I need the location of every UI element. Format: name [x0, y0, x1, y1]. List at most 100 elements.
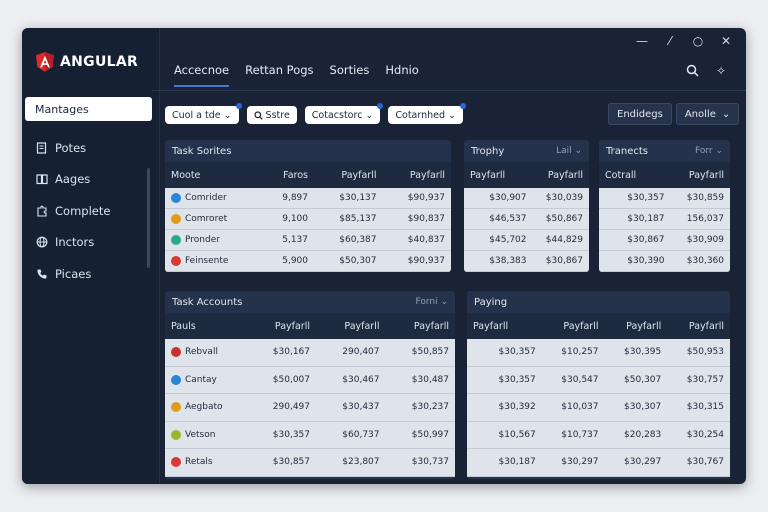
- tab-sorties[interactable]: Sorties: [330, 63, 370, 87]
- app-window: ANGULAR Mantages Potes Aages Complete In…: [22, 28, 746, 484]
- panel-task-accounts: Task Accounts Forni ⌄ Pauls Payfarll Payfar…: [165, 291, 455, 479]
- panel-filter[interactable]: Forr ⌄: [695, 146, 723, 156]
- column-header[interactable]: Payfarll: [377, 170, 445, 181]
- column-header[interactable]: Payfarll: [665, 170, 724, 181]
- table-row[interactable]: $30,907 $30,039: [464, 188, 589, 209]
- table-body: $30,357 $10,257 $30,395 $50,953 $30,357 $30,5…: [467, 339, 730, 477]
- column-header[interactable]: Cotrall: [605, 170, 665, 181]
- sidebar-item-aages[interactable]: Aages: [36, 164, 110, 196]
- column-header[interactable]: Payfarll: [473, 321, 536, 332]
- table-row[interactable]: $30,392 $10,037 $30,307 $30,315: [467, 394, 730, 422]
- table-row[interactable]: $30,187 156,037: [599, 209, 730, 230]
- table-row[interactable]: $30,187 $30,297 $30,297 $30,767: [467, 449, 730, 477]
- sidebar-item-primary[interactable]: Mantages: [25, 97, 152, 121]
- sidebar-item-picaes[interactable]: Picaes: [36, 258, 110, 290]
- table-row[interactable]: $46,537 $50,867: [464, 209, 589, 230]
- tab-hdnio[interactable]: Hdnio: [385, 63, 418, 87]
- tab-rettan-pogs[interactable]: Rettan Pogs: [245, 63, 313, 87]
- table-header: Moote Faros Payfarll Payfarll: [165, 162, 451, 188]
- collapse-icon[interactable]: ⁄: [664, 34, 676, 48]
- secondary-action-button[interactable]: Anolle ⌄: [675, 103, 740, 125]
- table-row[interactable]: $30,357 $10,257 $30,395 $50,953: [467, 339, 730, 367]
- table-cell: $50,953: [686, 347, 724, 358]
- column-header[interactable]: Pauls: [171, 321, 241, 332]
- table-cell: $30,187: [627, 214, 665, 224]
- cell-text: Retals: [185, 457, 213, 468]
- sidebar-item-potes[interactable]: Potes: [36, 132, 110, 164]
- status-icon: [171, 429, 181, 440]
- search-icon[interactable]: [686, 64, 699, 77]
- column-header[interactable]: Payfarll: [599, 321, 661, 332]
- column-header[interactable]: Payfarll: [310, 321, 379, 332]
- table-row[interactable]: $30,357 $30,859: [599, 188, 730, 209]
- table-cell: $30,254: [686, 429, 724, 440]
- table-row[interactable]: Aegbato 290,497 $30,437 $30,237: [165, 394, 455, 422]
- column-header[interactable]: Payfarll: [308, 170, 376, 181]
- table-cell: $30,907: [489, 193, 527, 203]
- settings-icon[interactable]: ✧: [716, 64, 726, 78]
- filter-label: Cotacstorc: [311, 109, 363, 121]
- brand-logo[interactable]: ANGULAR: [36, 52, 138, 72]
- table-body: Rebvall $30,167 290,407 $50,857 Cantay $50,00…: [165, 339, 455, 477]
- table-header: Payfarll Payfarll: [464, 162, 589, 188]
- filter-label: Cotarnhed: [395, 109, 446, 121]
- table-cell: $50,857: [411, 347, 449, 358]
- column-header[interactable]: Faros: [240, 170, 308, 181]
- table-cell: $50,007: [272, 374, 310, 385]
- table-row[interactable]: Retals $30,857 $23,807 $30,737: [165, 449, 455, 477]
- sidebar-item-inctors[interactable]: Inctors: [36, 227, 110, 259]
- filter-pill-1[interactable]: Cuol a tde ⌄: [165, 103, 242, 124]
- table-cell: $30,315: [686, 402, 724, 413]
- sidebar-scrollbar[interactable]: [147, 168, 150, 268]
- filter-pill-3[interactable]: Cotacstorc ⌄: [304, 103, 384, 124]
- table-row[interactable]: Cantay $50,007 $30,467 $30,487: [165, 367, 455, 394]
- panel-paying: Paying Payfarll Payfarll Payfarll Payfarll …: [467, 291, 730, 479]
- panel-filter[interactable]: Forni ⌄: [415, 297, 448, 307]
- table-cell: $20,283: [624, 429, 662, 440]
- primary-action-button[interactable]: Endidegs: [608, 103, 672, 125]
- minimize-icon[interactable]: —: [636, 34, 648, 48]
- table-cell: Pronder: [171, 235, 240, 245]
- column-header[interactable]: Moote: [171, 170, 240, 181]
- table-row[interactable]: Pronder 5,137 $60,387 $40,837: [165, 230, 451, 251]
- table-row[interactable]: Comrider 9,897 $30,137 $90,937: [165, 188, 451, 209]
- tab-accecnoe[interactable]: Accecnoe: [174, 63, 230, 87]
- column-header[interactable]: Payfarll: [661, 321, 724, 332]
- column-header[interactable]: Payfarll: [536, 321, 598, 332]
- table-row[interactable]: Feinsente 5,900 $50,307 $90,937: [165, 251, 451, 272]
- column-header[interactable]: Payfarll: [470, 170, 527, 181]
- table-cell: 5,137: [282, 235, 308, 245]
- column-header[interactable]: Payfarll: [241, 321, 310, 332]
- filter-pill-4[interactable]: Cotarnhed ⌄: [388, 103, 467, 124]
- table-cell: $90,937: [407, 256, 445, 266]
- maximize-icon[interactable]: ○: [692, 34, 704, 48]
- table-row[interactable]: Vetson $30,357 $60,737 $50,997: [165, 422, 455, 449]
- badge-dot: [460, 103, 467, 109]
- nav-divider: [152, 90, 746, 91]
- table-cell: $44,829: [545, 235, 583, 245]
- panel-filter[interactable]: Lail ⌄: [556, 146, 582, 156]
- table-row[interactable]: Rebvall $30,167 290,407 $50,857: [165, 339, 455, 367]
- column-header[interactable]: Payfarll: [380, 321, 449, 332]
- table-cell: $50,997: [411, 429, 449, 440]
- table-cell: $30,137: [339, 193, 377, 203]
- globe-icon: [36, 236, 48, 248]
- table-cell: $30,237: [411, 402, 449, 413]
- table-row[interactable]: $10,567 $10,737 $20,283 $30,254: [467, 422, 730, 449]
- table-cell: $30,392: [498, 402, 536, 413]
- close-icon[interactable]: ✕: [720, 34, 732, 48]
- table-row[interactable]: $38,383 $30,867: [464, 251, 589, 272]
- chevron-down-icon: ⌄: [365, 109, 374, 121]
- table-row[interactable]: Comroret 9,100 $85,137 $90,837: [165, 209, 451, 230]
- table-cell: $90,837: [407, 214, 445, 224]
- table-cell: $38,383: [489, 256, 527, 266]
- table-row[interactable]: $45,702 $44,829: [464, 230, 589, 251]
- sidebar-item-complete[interactable]: Complete: [36, 195, 110, 227]
- search-pill[interactable]: Sstre: [246, 106, 297, 124]
- column-header[interactable]: Payfarll: [527, 170, 583, 181]
- table-row[interactable]: $30,390 $30,360: [599, 251, 730, 272]
- filter-bar: Cuol a tde ⌄ Sstre Cotacstorc ⌄ Cotarnhed ⌄: [165, 103, 467, 124]
- table-cell: $30,737: [411, 457, 449, 468]
- table-row[interactable]: $30,357 $30,547 $50,307 $30,757: [467, 367, 730, 394]
- table-row[interactable]: $30,867 $30,909: [599, 230, 730, 251]
